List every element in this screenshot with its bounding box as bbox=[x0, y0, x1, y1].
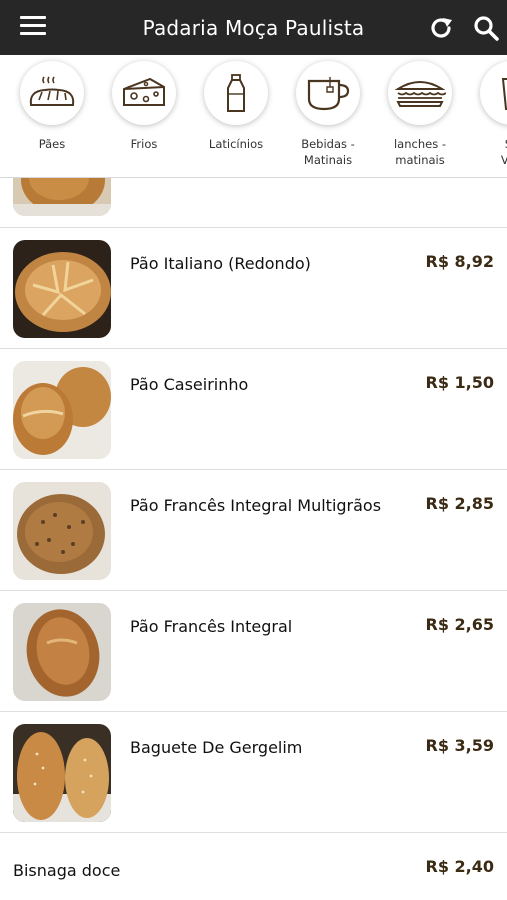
product-row[interactable]: Pão Francês Integral Multigrãos R$ 2,85 bbox=[0, 469, 507, 591]
category-paes[interactable]: Pães bbox=[6, 61, 98, 152]
product-price: R$ 2,65 bbox=[425, 615, 495, 634]
cup-icon bbox=[501, 78, 507, 110]
search-icon[interactable] bbox=[472, 14, 500, 42]
product-row[interactable]: Pão Italiano (Redondo) R$ 8,92 bbox=[0, 227, 507, 349]
product-image bbox=[13, 603, 111, 701]
product-price: R$ 8,92 bbox=[425, 252, 495, 271]
category-label: Frios bbox=[130, 137, 158, 151]
product-row[interactable]: Baguete De Gergelim R$ 3,59 bbox=[0, 711, 507, 833]
category-label: Laticínios bbox=[208, 137, 264, 151]
category-label: Pães bbox=[38, 137, 66, 151]
category-frios[interactable]: Frios bbox=[98, 61, 190, 152]
product-name: Bisnaga doce bbox=[13, 861, 121, 880]
milk-bottle-icon bbox=[227, 74, 245, 112]
product-price: R$ 2,85 bbox=[425, 494, 495, 513]
tea-cup-icon bbox=[307, 77, 350, 111]
product-image bbox=[13, 724, 111, 822]
sandwich-icon bbox=[394, 81, 446, 107]
product-name: Pão Francês Integral bbox=[130, 617, 293, 636]
product-price: R$ 2,40 bbox=[425, 857, 495, 876]
category-sucos-vitaminas[interactable]: Su Vita bbox=[466, 61, 507, 168]
category-laticinios[interactable]: Laticínios bbox=[190, 61, 282, 152]
product-row-partial[interactable] bbox=[0, 178, 507, 228]
bread-icon bbox=[29, 76, 75, 106]
product-row[interactable]: Pão Caseirinho R$ 1,50 bbox=[0, 348, 507, 470]
category-bebidas-matinais[interactable]: Bebidas - Matinais bbox=[282, 61, 374, 168]
product-row[interactable]: Pão Francês Integral R$ 2,65 bbox=[0, 590, 507, 712]
product-image bbox=[13, 240, 111, 338]
product-image bbox=[13, 361, 111, 459]
product-price: R$ 1,50 bbox=[425, 373, 495, 392]
category-label: lanches - matinais bbox=[393, 137, 446, 167]
product-image bbox=[13, 178, 111, 216]
cheese-icon bbox=[123, 77, 165, 106]
product-name: Pão Francês Integral Multigrãos bbox=[130, 496, 382, 515]
product-name: Pão Italiano (Redondo) bbox=[130, 254, 311, 273]
category-label: Bebidas - Matinais bbox=[301, 137, 355, 167]
category-lanches-matinais[interactable]: lanches - matinais bbox=[374, 61, 466, 168]
product-price: R$ 3,59 bbox=[425, 736, 495, 755]
category-carousel[interactable]: Pães Frios Laticínios Bebidas - Matinais… bbox=[0, 55, 507, 178]
product-row[interactable]: Bisnaga doce R$ 2,40 bbox=[0, 832, 507, 900]
product-name: Pão Caseirinho bbox=[130, 375, 249, 394]
product-name: Baguete De Gergelim bbox=[130, 738, 303, 757]
product-image bbox=[13, 482, 111, 580]
product-list[interactable]: Pão Italiano (Redondo) R$ 8,92 Pão Casei… bbox=[0, 178, 507, 900]
top-app-bar: Padaria Moça Paulista bbox=[0, 0, 507, 55]
category-label: Su Vita bbox=[466, 136, 507, 168]
refresh-icon[interactable] bbox=[427, 14, 455, 42]
